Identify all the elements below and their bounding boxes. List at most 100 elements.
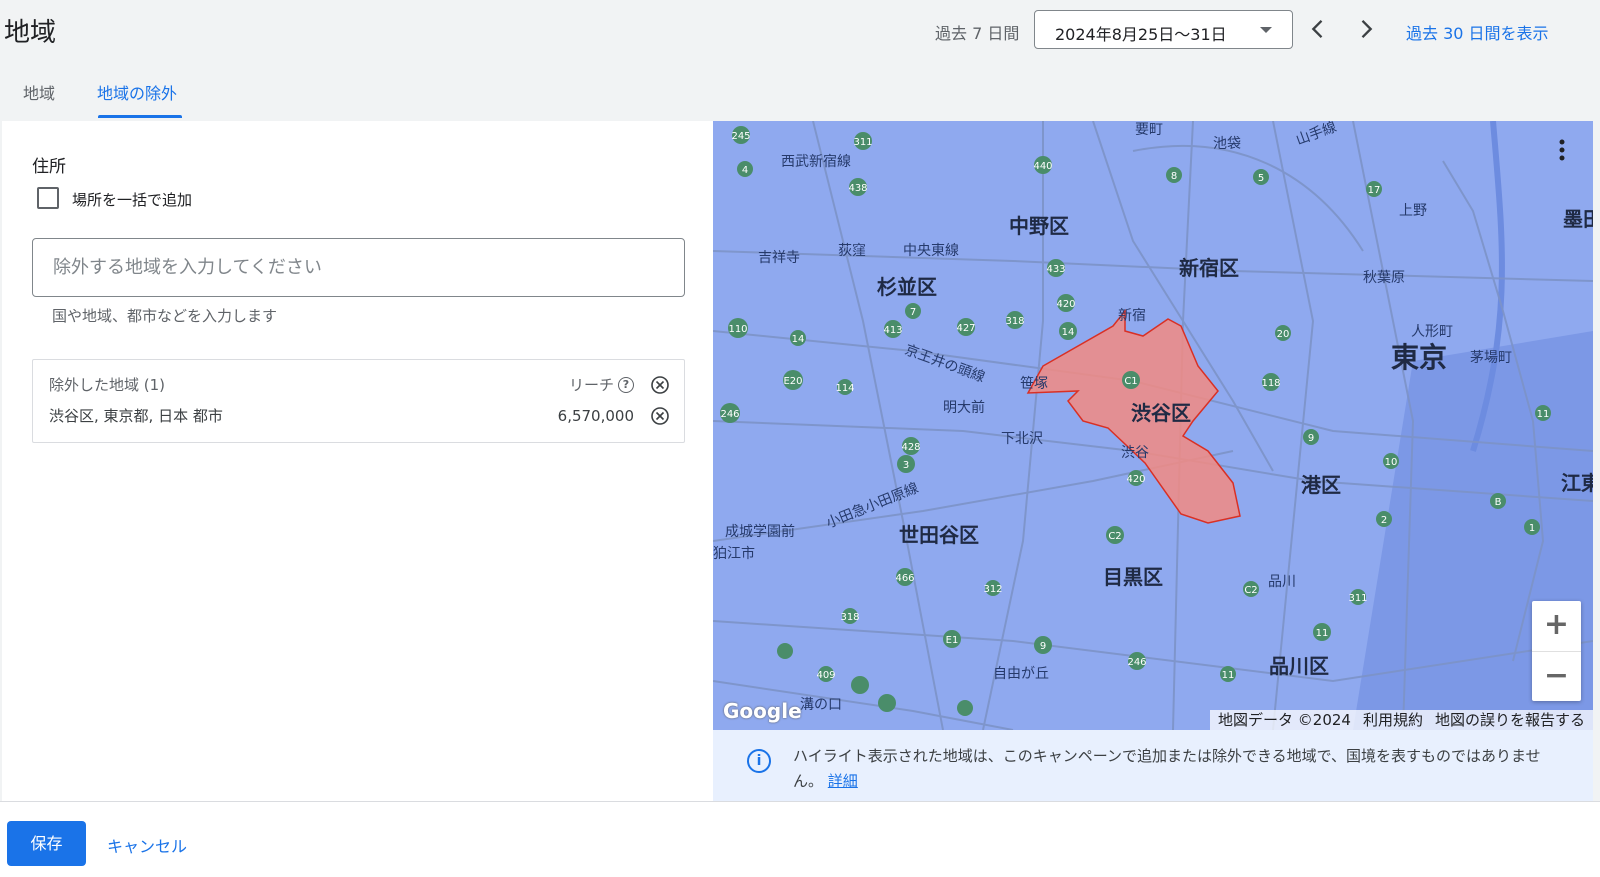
map-label-ikebukuro: 池袋 (1213, 136, 1241, 152)
map-label-ningyocho: 人形町 (1411, 324, 1453, 340)
map-label-seijo: 成城学園前 (725, 524, 795, 540)
exclude-location-input[interactable] (33, 239, 684, 296)
route-number-label: C2 (1244, 585, 1257, 596)
excluded-location-name: 渋谷区, 東京都, 日本 都市 (49, 407, 223, 425)
date-range-value: 2024年8月25日〜31日 (1055, 25, 1227, 44)
map-label-meidaimae: 明大前 (943, 400, 985, 416)
date-range-select[interactable]: 2024年8月25日〜31日 (1034, 10, 1293, 49)
zoom-out-button[interactable]: − (1532, 651, 1581, 701)
map-label-nakano: 中野区 (1009, 214, 1069, 238)
route-number-label: 428 (901, 442, 920, 453)
route-number-label: C1 (1124, 376, 1137, 387)
info-message: ハイライト表示された地域は、このキャンペーンで追加または除外できる地域で、国境を… (793, 747, 1541, 790)
route-number-label: 466 (895, 573, 914, 584)
route-number-label: E20 (783, 376, 802, 387)
route-number-label: 318 (1005, 316, 1024, 327)
route-number-label: 246 (1127, 657, 1146, 668)
map-label-setagaya: 世田谷区 (899, 523, 979, 547)
map-label-ueno: 上野 (1399, 203, 1427, 219)
route-number-label: 9 (1040, 641, 1046, 652)
route-number-label: 114 (835, 383, 854, 394)
tab-region[interactable]: 地域 (23, 80, 55, 104)
map-label-tokyo: 東京 (1391, 341, 1448, 374)
map-label-suginami: 杉並区 (877, 275, 937, 299)
route-number-label: 420 (1056, 299, 1075, 310)
route-number-label: C2 (1108, 531, 1121, 542)
map-label-meguro: 目黒区 (1103, 565, 1163, 589)
excluded-location-reach: 6,570,000 (557, 407, 634, 425)
page-title: 地域 (4, 18, 57, 48)
route-number-label: 10 (1385, 457, 1398, 468)
route-number-label: 427 (956, 323, 975, 334)
map-label-kichijoji: 吉祥寺 (758, 250, 800, 266)
map-label-shinjuku: 新宿区 (1179, 256, 1239, 280)
exclude-location-search[interactable] (32, 238, 685, 297)
info-icon: i (747, 749, 771, 773)
footer-bar: 保存 キャンセル (0, 801, 1600, 877)
route-number-label: 1 (1529, 523, 1535, 534)
map-label-kayabacho: 茅場町 (1470, 350, 1512, 366)
save-button[interactable]: 保存 (7, 821, 86, 866)
route-number-label: 14 (1062, 327, 1075, 338)
route-marker (878, 694, 896, 712)
route-marker (957, 700, 973, 716)
route-number-label: 7 (910, 307, 916, 318)
map-attribution: 地図データ ©2024 利用規約 地図の誤りを報告する (1210, 710, 1593, 730)
remove-location-icon[interactable] (650, 406, 670, 426)
map-label-mizonokuchi: 溝の口 (800, 697, 842, 713)
show-30-days-link[interactable]: 過去 30 日間を表示 (1406, 20, 1549, 44)
learn-more-link[interactable]: 詳細 (828, 772, 858, 790)
map-label-sasazuka: 笹塚 (1020, 376, 1048, 392)
map-view[interactable]: 245 311 440 4 438 8 17 5 433 420 318 14 413 427 7 110 14… (713, 121, 1593, 730)
chevron-left-icon[interactable] (1304, 15, 1332, 43)
date-range-label: 過去 7 日間 (935, 24, 1020, 43)
route-marker (777, 643, 793, 659)
route-number-label: 14 (792, 334, 805, 345)
terms-link[interactable]: 利用規約 (1363, 710, 1423, 730)
map-label-ogikubo: 荻窪 (838, 243, 866, 259)
bulk-add-label[interactable]: 場所を一括で追加 (72, 189, 192, 210)
map-label-komae: 狛江市 (713, 546, 755, 562)
route-number-label: 110 (728, 324, 747, 335)
zoom-in-button[interactable]: + (1532, 601, 1581, 651)
map-label-shibuya-station: 渋谷 (1121, 445, 1149, 461)
address-label: 住所 (32, 157, 66, 177)
dropdown-caret-icon (1260, 27, 1272, 33)
route-number-label: 3 (903, 460, 909, 471)
map-label-minato: 港区 (1301, 473, 1341, 497)
cancel-button[interactable]: キャンセル (107, 833, 187, 857)
route-number-label: 311 (853, 137, 872, 148)
route-number-label: 311 (1348, 593, 1367, 604)
chevron-right-icon[interactable] (1352, 15, 1380, 43)
route-number-label: 409 (816, 670, 835, 681)
route-number-label: 11 (1222, 670, 1235, 681)
map-label-shimokitazawa: 下北沢 (1001, 431, 1043, 447)
map-data-credit: 地図データ ©2024 (1218, 711, 1351, 729)
route-number-label: 440 (1033, 161, 1052, 172)
help-icon[interactable]: ? (618, 377, 634, 393)
route-number-label: 312 (983, 584, 1002, 595)
tab-region-exclude[interactable]: 地域の除外 (97, 80, 177, 104)
route-number-label: 8 (1171, 171, 1177, 182)
map-more-icon[interactable] (1559, 139, 1565, 161)
map-label-shinjuku-station: 新宿 (1118, 308, 1146, 324)
excluded-locations-list: 除外した地域 (1) リーチ ? 渋谷区, 東京都, 日本 都市 6,570,0… (32, 359, 685, 443)
route-number-label: 9 (1308, 433, 1314, 444)
route-number-label: 4 (742, 165, 748, 176)
map-label-akihabara: 秋葉原 (1363, 270, 1405, 286)
route-number-label: 438 (848, 183, 867, 194)
route-number-label: 245 (731, 131, 750, 142)
report-error-link[interactable]: 地図の誤りを報告する (1435, 710, 1585, 730)
route-number-label: 20 (1277, 329, 1290, 340)
bulk-add-checkbox[interactable] (37, 187, 59, 209)
route-number-label: 2 (1381, 515, 1387, 526)
remove-all-icon[interactable] (650, 375, 670, 395)
route-number-label: 413 (883, 325, 902, 336)
route-number-label: 5 (1258, 173, 1264, 184)
google-logo: Google (723, 699, 802, 723)
map-label-seibu-line: 西武新宿線 (781, 154, 851, 170)
map-label-sumida: 墨田 (1563, 207, 1593, 231)
map-label-kanamecho: 要町 (1135, 122, 1163, 138)
info-text: ハイライト表示された地域は、このキャンペーンで追加または除外できる地域で、国境を… (793, 744, 1563, 794)
map-label-koto: 江東 (1561, 471, 1593, 495)
